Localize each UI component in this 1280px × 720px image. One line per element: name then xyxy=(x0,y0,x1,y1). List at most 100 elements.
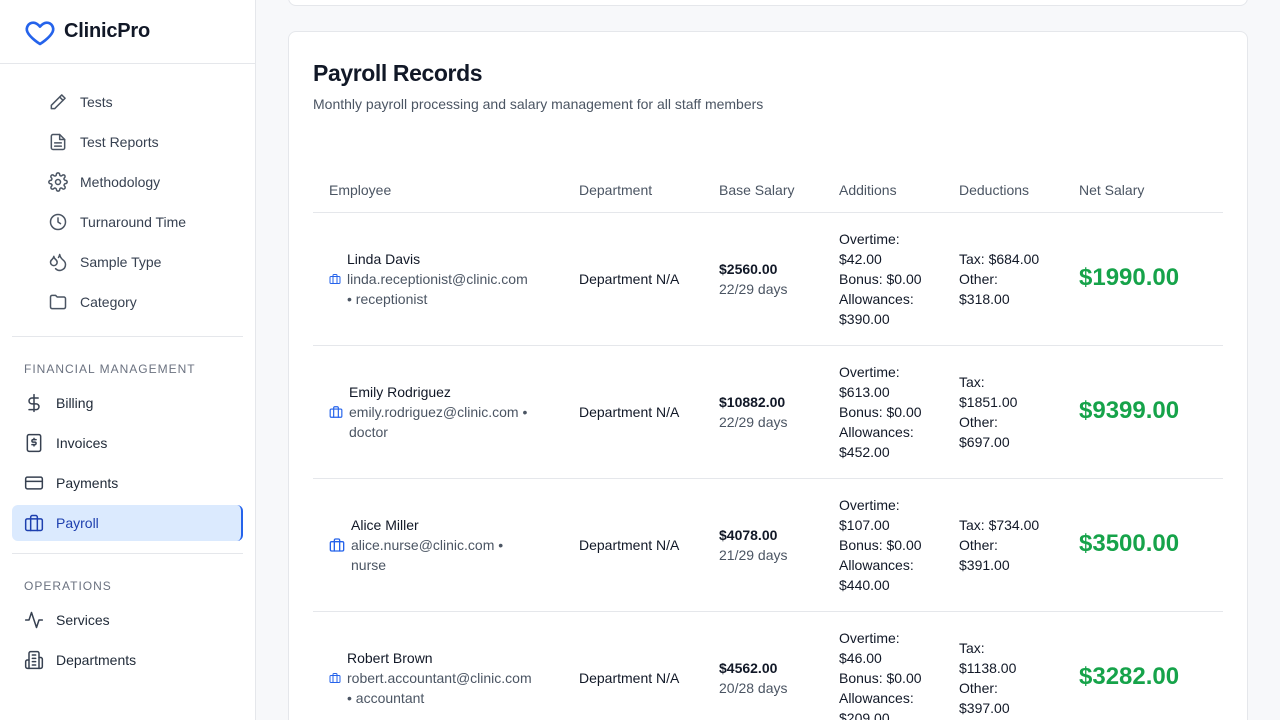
employee-name: Emily Rodriguez xyxy=(349,383,451,400)
additions-line: Overtime: xyxy=(839,629,900,646)
department-cell: Department N/A xyxy=(563,611,703,720)
deductions-line: Other: xyxy=(959,413,998,430)
additions-line: $613.00 xyxy=(839,383,890,400)
brand[interactable]: ClinicPro xyxy=(0,0,255,64)
employee-name: Linda Davis xyxy=(347,250,421,267)
deductions-line: $697.00 xyxy=(959,433,1010,450)
working-days: 21/29 days xyxy=(719,546,788,563)
nav-item-label: Tests xyxy=(80,94,113,110)
additions-line: $440.00 xyxy=(839,576,890,593)
column-header-additions[interactable]: Additions xyxy=(823,168,943,213)
lab-submenu: Tests Test Reports Methodology Turnaroun… xyxy=(0,64,255,322)
nav-item-billing[interactable]: Billing xyxy=(12,385,243,421)
deductions-cell: Tax: $734.00 Other: $391.00 xyxy=(943,478,1063,612)
additions-cell: Overtime: $42.00 Bonus: $0.00 Allowances… xyxy=(823,212,943,346)
additions-line: Allowances: xyxy=(839,423,914,440)
heart-logo-icon xyxy=(25,20,55,45)
additions-line: Allowances: xyxy=(839,290,914,307)
section-title-operations: OPERATIONS xyxy=(24,579,112,593)
additions-line: Allowances: xyxy=(839,689,914,706)
pencil-icon xyxy=(48,92,68,112)
previous-card xyxy=(288,0,1248,6)
additions-line: Bonus: $0.00 xyxy=(839,270,922,287)
additions-line: Allowances: xyxy=(839,556,914,573)
column-header-deductions[interactable]: Deductions xyxy=(943,168,1063,213)
working-days: 22/29 days xyxy=(719,413,788,430)
folder-icon xyxy=(48,292,68,312)
activity-icon xyxy=(24,610,44,630)
deductions-line: $1851.00 xyxy=(959,393,1018,410)
net-salary-cell: $3500.00 xyxy=(1063,478,1223,612)
page-subtitle: Monthly payroll processing and salary ma… xyxy=(313,96,764,112)
deductions-line: Tax: xyxy=(959,639,985,656)
net-salary-cell: $9399.00 xyxy=(1063,345,1223,479)
column-header-net-salary[interactable]: Net Salary xyxy=(1063,168,1223,213)
brand-name: ClinicPro xyxy=(64,20,150,42)
table-row[interactable]: Robert Brown robert.accountant@clinic.co… xyxy=(313,611,1223,720)
additions-line: Bonus: $0.00 xyxy=(839,403,922,420)
employee-email: emily.rodriguez@clinic.com • xyxy=(349,403,528,420)
nav-item-label: Payroll xyxy=(56,515,99,531)
deductions-line: $318.00 xyxy=(959,290,1010,307)
nav-item-payments[interactable]: Payments xyxy=(12,465,243,501)
sidebar: ClinicPro Tests Test Reports Methodology… xyxy=(0,0,256,720)
working-days: 20/28 days xyxy=(719,679,788,696)
table-header-row: Employee Department Base Salary Addition… xyxy=(313,168,1223,213)
nav-item-sample-type[interactable]: Sample Type xyxy=(0,242,255,282)
nav-item-category[interactable]: Category xyxy=(0,282,255,322)
nav-item-payroll[interactable]: Payroll xyxy=(12,505,243,541)
building-icon xyxy=(24,650,44,670)
base-salary: $10882.00 xyxy=(719,393,786,410)
additions-line: $390.00 xyxy=(839,310,890,327)
nav-item-label: Invoices xyxy=(56,435,108,451)
nav-item-label: Departments xyxy=(56,652,137,668)
receipt-icon xyxy=(24,433,44,453)
additions-line: $209.00 xyxy=(839,709,890,720)
credit-card-icon xyxy=(24,473,44,493)
column-header-department[interactable]: Department xyxy=(563,168,703,213)
nav-item-label: Services xyxy=(56,612,110,628)
column-header-employee[interactable]: Employee xyxy=(313,168,563,213)
briefcase-icon xyxy=(329,273,341,285)
base-salary: $2560.00 xyxy=(719,260,778,277)
base-salary-cell: $4078.00 21/29 days xyxy=(703,478,823,612)
base-salary-cell: $4562.00 20/28 days xyxy=(703,611,823,720)
employee-email: linda.receptionist@clinic.com xyxy=(347,270,528,287)
page-title: Payroll Records xyxy=(313,60,483,86)
nav-item-label: Billing xyxy=(56,395,94,411)
nav-item-methodology[interactable]: Methodology xyxy=(0,162,255,202)
table-row[interactable]: Linda Davis linda.receptionist@clinic.co… xyxy=(313,212,1223,346)
droplets-icon xyxy=(48,252,68,272)
section-title-financial: FINANCIAL MANAGEMENT xyxy=(24,362,196,376)
table-row[interactable]: Emily Rodriguez emily.rodriguez@clinic.c… xyxy=(313,345,1223,479)
additions-line: $452.00 xyxy=(839,443,890,460)
deductions-cell: Tax: $1851.00 Other: $697.00 xyxy=(943,345,1063,479)
working-days: 22/29 days xyxy=(719,280,788,297)
deductions-line: Other: xyxy=(959,536,998,553)
deductions-line: Tax: $684.00 xyxy=(959,250,1040,267)
net-salary: $1990.00 xyxy=(1079,263,1180,291)
payroll-card: Payroll Records Monthly payroll processi… xyxy=(288,31,1248,720)
nav-item-departments[interactable]: Departments xyxy=(12,642,243,678)
employee-email: alice.nurse@clinic.com • xyxy=(351,536,504,553)
nav-item-tests[interactable]: Tests xyxy=(0,82,255,122)
net-salary-cell: $3282.00 xyxy=(1063,611,1223,720)
base-salary-cell: $2560.00 22/29 days xyxy=(703,212,823,346)
nav-item-test-reports[interactable]: Test Reports xyxy=(0,122,255,162)
additions-cell: Overtime: $613.00 Bonus: $0.00 Allowance… xyxy=(823,345,943,479)
nav-item-services[interactable]: Services xyxy=(12,602,243,638)
nav-item-label: Sample Type xyxy=(80,254,162,270)
department-cell: Department N/A xyxy=(563,345,703,479)
table-row[interactable]: Alice Miller alice.nurse@clinic.com • nu… xyxy=(313,478,1223,612)
file-text-icon xyxy=(48,132,68,152)
gear-icon xyxy=(48,172,68,192)
deductions-cell: Tax: $1138.00 Other: $397.00 xyxy=(943,611,1063,720)
column-header-base-salary[interactable]: Base Salary xyxy=(703,168,823,213)
employee-cell: Emily Rodriguez emily.rodriguez@clinic.c… xyxy=(313,345,563,479)
nav-item-invoices[interactable]: Invoices xyxy=(12,425,243,461)
nav-item-turnaround-time[interactable]: Turnaround Time xyxy=(0,202,255,242)
briefcase-icon xyxy=(24,513,44,533)
deductions-line: Other: xyxy=(959,679,998,696)
deductions-line: $391.00 xyxy=(959,556,1010,573)
employee-cell: Alice Miller alice.nurse@clinic.com • nu… xyxy=(313,478,563,612)
